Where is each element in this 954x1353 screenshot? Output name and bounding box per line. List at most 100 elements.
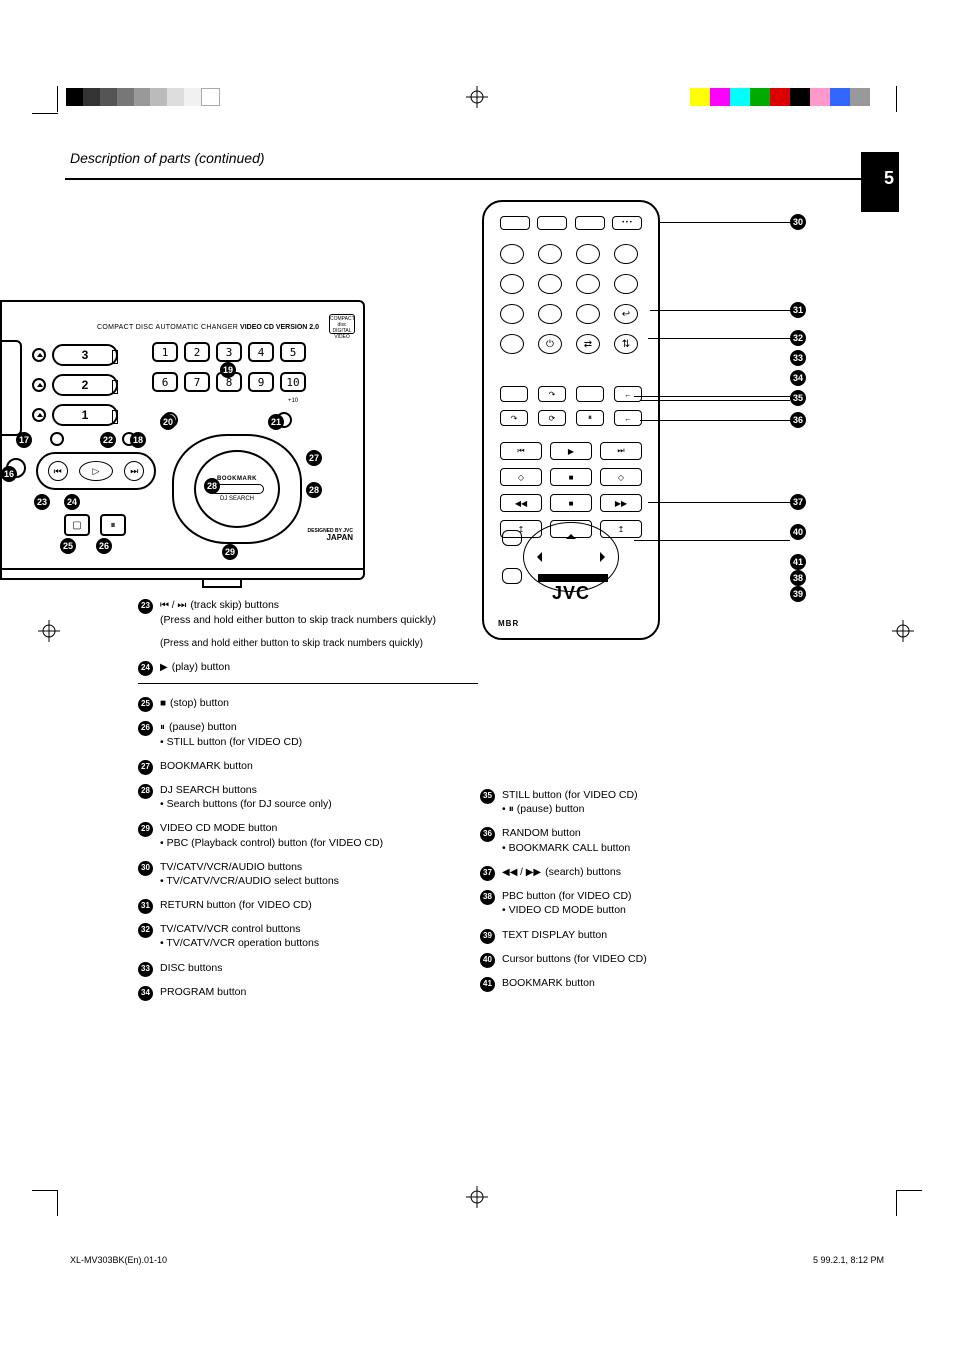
entry-text: BOOKMARK button: [160, 760, 253, 772]
skip-prev-icon: ⏮: [500, 442, 542, 460]
disc-tray-3: 3: [52, 344, 118, 366]
parts-list-entry: 40Cursor buttons (for VIDEO CD): [480, 952, 820, 966]
ff-icon: ▶▶: [600, 494, 642, 512]
callout-23: 23: [34, 494, 50, 510]
entry-text: BOOKMARK button: [502, 977, 595, 989]
entry-subtext: • TV/CATV/VCR/AUDIO select buttons: [160, 874, 478, 888]
origin-label: DESIGNED BY JVC JAPAN: [308, 529, 353, 542]
callout-33: 33: [790, 350, 806, 366]
disc-tray-2: 2: [52, 374, 118, 396]
remote-mode-vcr: [575, 216, 605, 230]
parts-list-entry: 30TV/CATV/VCR/AUDIO buttons• TV/CATV/VCR…: [138, 860, 478, 888]
crop-mark: [896, 1190, 897, 1216]
callout-28: 28: [306, 482, 322, 498]
parts-list-entry: 41 BOOKMARK button: [480, 976, 820, 990]
callout-25: 25: [60, 538, 76, 554]
eject-icon: [32, 378, 46, 392]
still-icon: ⏸: [576, 410, 604, 426]
entry-text: DISC buttons: [160, 962, 222, 974]
callout-36: 36: [790, 412, 806, 428]
callout-number: 39: [480, 929, 495, 944]
pause-button-icon: ⏸: [100, 514, 126, 536]
page-footer: XL-MV303BK(En).01-10 5 99.2.1, 8:12 PM: [0, 1255, 954, 1265]
parts-list-entry: 29VIDEO CD MODE button• PBC (Playback co…: [138, 821, 478, 849]
parts-list-entry: 28DJ SEARCH buttons• Search buttons (for…: [138, 783, 478, 811]
symbol-icon: ■: [160, 698, 166, 709]
parts-list-entry: 33 DISC buttons: [138, 961, 478, 975]
callout-40: 40: [790, 524, 806, 540]
callout-34: 34: [790, 370, 806, 386]
callout-number: 32: [138, 923, 153, 938]
crop-mark: [32, 1190, 58, 1191]
callout-29: 29: [222, 544, 238, 560]
registration-mark-icon: [466, 1186, 488, 1208]
callout-number: 31: [138, 899, 153, 914]
callout-20: 20: [160, 414, 176, 430]
page-number: 5: [884, 168, 894, 189]
footer-stamp: 5 99.2.1, 8:12 PM: [813, 1255, 884, 1265]
play-icon: ▶: [550, 442, 592, 460]
skip-next-icon: ⏭: [124, 461, 144, 481]
parts-list-entry: 38PBC button (for VIDEO CD)• VIDEO CD MO…: [480, 889, 820, 917]
entry-text: ◀◀ / ▶▶(search) buttons: [502, 866, 621, 878]
parts-list-entry: 25■(stop) button: [138, 696, 478, 711]
remote-mode-tv: [500, 216, 530, 230]
crop-mark: [896, 1190, 922, 1191]
callout-number: 41: [480, 977, 495, 992]
entry-subtext: • PBC (Playback control) button (for VID…: [160, 836, 478, 850]
entry-text: STILL button (for VIDEO CD): [502, 789, 638, 801]
compact-disc-logo-icon: COMPACTdisc DIGITAL VIDEO: [329, 314, 355, 334]
play-icon: ▷: [79, 461, 113, 481]
callout-19: 19: [220, 362, 236, 378]
plus10-label: +10: [288, 398, 298, 404]
callout-27: 27: [306, 450, 322, 466]
transport-bar: ⏮ ▷ ⏭: [36, 452, 156, 490]
entry-text: TV/CATV/VCR control buttons: [160, 923, 300, 935]
numkey: 1: [152, 342, 178, 362]
entry-text: ▶(play) button: [160, 661, 230, 673]
eject-icon: [32, 408, 46, 422]
parts-list-right: 35STILL button (for VIDEO CD)• ⏸ (pause)…: [480, 788, 820, 1000]
callout-number: 28: [138, 784, 153, 799]
entry-text: ⏮ / ⏭(track skip) buttons: [160, 599, 279, 611]
player-label: COMPACT DISC AUTOMATIC CHANGER: [97, 324, 238, 331]
crop-mark: [57, 1190, 58, 1216]
printer-grayscale-bar: [66, 88, 220, 106]
callout-37: 37: [790, 494, 806, 510]
entry-subtext: • TV/CATV/VCR operation buttons: [160, 936, 478, 950]
held-note: (Press and hold either button to skip tr…: [160, 637, 478, 651]
callout-number: 40: [480, 953, 495, 968]
callout-28a: 28: [204, 478, 220, 494]
section-heading: Description of parts (continued): [70, 150, 854, 166]
callout-number: 35: [480, 789, 495, 804]
numkey: 4: [248, 342, 274, 362]
power-icon: ⏻: [538, 334, 562, 354]
callout-26: 26: [96, 538, 112, 554]
parts-list-entry: 34PROGRAM button: [138, 985, 478, 999]
entry-text: ⏸(pause) button: [160, 721, 237, 733]
entry-subtext: • BOOKMARK CALL button: [502, 841, 820, 855]
callout-number: 30: [138, 861, 153, 876]
brand-logo: JVC: [484, 583, 658, 604]
callout-16: 16: [1, 466, 17, 482]
callout-number: 33: [138, 962, 153, 977]
stop-button-icon: ▢: [64, 514, 90, 536]
remote-mode-catv: [537, 216, 567, 230]
parts-list-entry: 24▶(play) button: [138, 660, 478, 684]
callout-number: 25: [138, 697, 153, 712]
registration-mark-icon: [38, 620, 60, 642]
remote-number-grid: ↩ ⏻⇄⇅: [500, 244, 642, 354]
parts-list-entry: 27BOOKMARK button: [138, 759, 478, 773]
remote-mid-grid: ↷← ↷⟳⏸←: [500, 386, 642, 426]
callout-number: 29: [138, 822, 153, 837]
callout-24: 24: [64, 494, 80, 510]
entry-subtext: • VIDEO CD MODE button: [502, 903, 820, 917]
callout-number: 34: [138, 986, 153, 1001]
entry-subtext: • STILL button (for VIDEO CD): [160, 735, 478, 749]
numkey: 3: [216, 342, 242, 362]
rew-icon: ◀◀: [500, 494, 542, 512]
heading-rule: [65, 178, 896, 180]
entry-text: TEXT DISPLAY button: [502, 929, 607, 941]
remote-small-button: [502, 568, 522, 584]
entry-text: DJ SEARCH buttons: [160, 784, 257, 796]
